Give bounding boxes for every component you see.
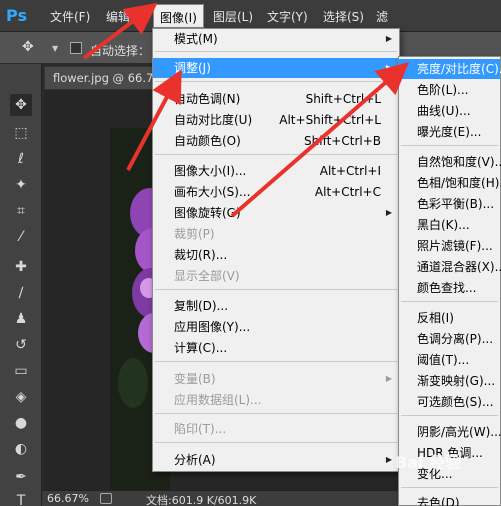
menu-layer[interactable]: 图层(L)	[213, 8, 253, 25]
menu-separator	[155, 361, 397, 362]
menu-item-channel-mixer[interactable]: 通道混合器(X)...	[399, 257, 501, 277]
paint-bucket-icon[interactable]: ◈	[10, 386, 32, 408]
menu-item-apply-data-set: 应用数据组(L)...	[174, 393, 262, 407]
menu-separator	[155, 154, 397, 155]
menu-item-crop: 裁剪(P)	[174, 227, 215, 241]
eraser-icon[interactable]: ▭	[10, 360, 32, 382]
submenu-arrow-icon: ▶	[385, 63, 392, 72]
menu-item-apply-image[interactable]: 应用图像(Y)...	[153, 317, 399, 337]
photoshop-logo: Ps	[6, 6, 27, 25]
menu-item-variables: 变量(B) ▶	[153, 369, 399, 389]
menu-separator	[155, 51, 397, 52]
adjustments-submenu: 亮度/对比度(C)... 色阶(L)... 曲线(U)... 曝光度(E)...…	[398, 56, 501, 506]
image-menu: 模式(M) ▶ 调整(J) ▶ 自动色调(N) Shift+Ctrl+L 自动对比度(…	[152, 28, 400, 472]
zoom-level[interactable]: 66.67%	[47, 492, 89, 505]
autoselect-checkbox[interactable]	[70, 42, 82, 54]
menu-item-color-balance[interactable]: 色彩平衡(B)...	[399, 194, 500, 214]
menu-item-analysis[interactable]: 分析(A) ▶	[153, 450, 399, 470]
menu-item-trap: 陷印(T)...	[174, 422, 227, 436]
tool-panel: ✥ ⬚ ℓ ✦ ⌗ ⁄ ✚ ∕ ♟ ↺ ▭ ◈ ● ◐ ✒ T	[0, 64, 42, 506]
menu-item-black-white[interactable]: 黑白(K)...	[399, 215, 500, 235]
menu-item-duplicate[interactable]: 复制(D)...	[153, 296, 399, 316]
menu-separator	[401, 487, 498, 488]
menu-separator	[155, 289, 397, 290]
history-brush-icon[interactable]: ↺	[10, 334, 32, 356]
menu-separator	[401, 301, 498, 302]
submenu-arrow-icon: ▶	[385, 34, 392, 43]
menu-item-mode[interactable]: 模式(M) ▶	[153, 29, 399, 49]
menu-item-invert[interactable]: 反相(I)	[399, 308, 500, 328]
menu-separator	[155, 413, 397, 414]
magic-wand-icon[interactable]: ✦	[10, 174, 32, 196]
type-tool-icon[interactable]: T	[10, 490, 32, 506]
crop-icon[interactable]: ⌗	[10, 200, 32, 222]
marquee-icon[interactable]: ⬚	[10, 122, 32, 144]
menu-item-adjustments[interactable]: 调整(J) ▶	[153, 58, 399, 78]
menu-item-auto-color[interactable]: 自动颜色(O) Shift+Ctrl+B	[153, 131, 399, 151]
menu-separator	[401, 145, 498, 146]
menu-select[interactable]: 选择(S)	[323, 8, 364, 25]
menu-item-levels[interactable]: 色阶(L)...	[399, 80, 500, 100]
brush-icon[interactable]: ∕	[10, 282, 32, 304]
menu-item-photo-filter[interactable]: 照片滤镜(F)...	[399, 236, 500, 256]
menu-item-trim[interactable]: 裁切(R)...	[153, 245, 399, 265]
submenu-arrow-icon: ▶	[385, 208, 392, 217]
menu-item-color-lookup[interactable]: 颜色查找...	[399, 278, 500, 298]
menu-type[interactable]: 文字(Y)	[267, 8, 308, 25]
clone-stamp-icon[interactable]: ♟	[10, 308, 32, 330]
lasso-icon[interactable]: ℓ	[10, 148, 32, 170]
chevron-down-icon[interactable]: ▼	[52, 44, 58, 53]
menu-item-desaturate[interactable]: 去色(D)	[399, 493, 500, 506]
pen-icon[interactable]: ✒	[10, 466, 32, 488]
menu-separator	[155, 81, 397, 82]
menu-item-exposure[interactable]: 曝光度(E)...	[399, 122, 500, 142]
menu-item-vibrance[interactable]: 自然饱和度(V)...	[399, 152, 501, 172]
baidu-watermark: Bai 经验	[395, 453, 462, 472]
menu-item-gradient-map[interactable]: 渐变映射(G)...	[399, 371, 500, 391]
autoselect-label: 自动选择：	[90, 44, 151, 58]
menu-item-curves[interactable]: 曲线(U)...	[399, 101, 500, 121]
menu-separator	[401, 415, 498, 416]
eyedropper-icon[interactable]: ⁄	[10, 226, 32, 248]
menu-item-image-size[interactable]: 图像大小(I)... Alt+Ctrl+I	[153, 161, 399, 181]
menu-file[interactable]: 文件(F)	[50, 8, 90, 25]
submenu-arrow-icon: ▶	[385, 374, 392, 383]
menu-item-reveal-all: 显示全部(V)	[174, 269, 240, 283]
dodge-icon[interactable]: ◐	[10, 438, 32, 460]
menu-item-brightness-contrast[interactable]: 亮度/对比度(C)...	[399, 59, 501, 79]
document-size[interactable]: 文档:601.9 K/601.9K	[146, 492, 256, 506]
menu-image[interactable]: 图像(I)	[153, 4, 204, 28]
menu-item-shadows-highlights[interactable]: 阴影/高光(W)...	[399, 422, 501, 442]
document-tab[interactable]: flower.jpg @ 66.7%	[44, 66, 156, 90]
menu-item-posterize[interactable]: 色调分离(P)...	[399, 329, 500, 349]
menu-filter[interactable]: 滤	[376, 8, 388, 25]
move-icon[interactable]: ✥	[10, 94, 32, 116]
menu-item-canvas-size[interactable]: 画布大小(S)... Alt+Ctrl+C	[153, 182, 399, 202]
healing-brush-icon[interactable]: ✚	[10, 256, 32, 278]
menu-item-auto-contrast[interactable]: 自动对比度(U) Alt+Shift+Ctrl+L	[153, 110, 399, 130]
menu-edit[interactable]: 编辑(E)	[106, 8, 147, 25]
menu-item-image-rotation[interactable]: 图像旋转(G) ▶	[153, 203, 399, 223]
move-tool-icon[interactable]: ✥	[22, 39, 34, 55]
menu-item-selective-color[interactable]: 可选颜色(S)...	[399, 392, 500, 412]
menu-separator	[155, 442, 397, 443]
blur-icon[interactable]: ●	[10, 412, 32, 434]
menu-item-auto-tone[interactable]: 自动色调(N) Shift+Ctrl+L	[153, 89, 399, 109]
menu-item-hue-saturation[interactable]: 色相/饱和度(H)...	[399, 173, 501, 193]
menu-item-calculations[interactable]: 计算(C)...	[153, 338, 399, 358]
submenu-arrow-icon: ▶	[385, 455, 392, 464]
menu-item-threshold[interactable]: 阈值(T)...	[399, 350, 500, 370]
document-info-icon[interactable]	[100, 493, 112, 504]
